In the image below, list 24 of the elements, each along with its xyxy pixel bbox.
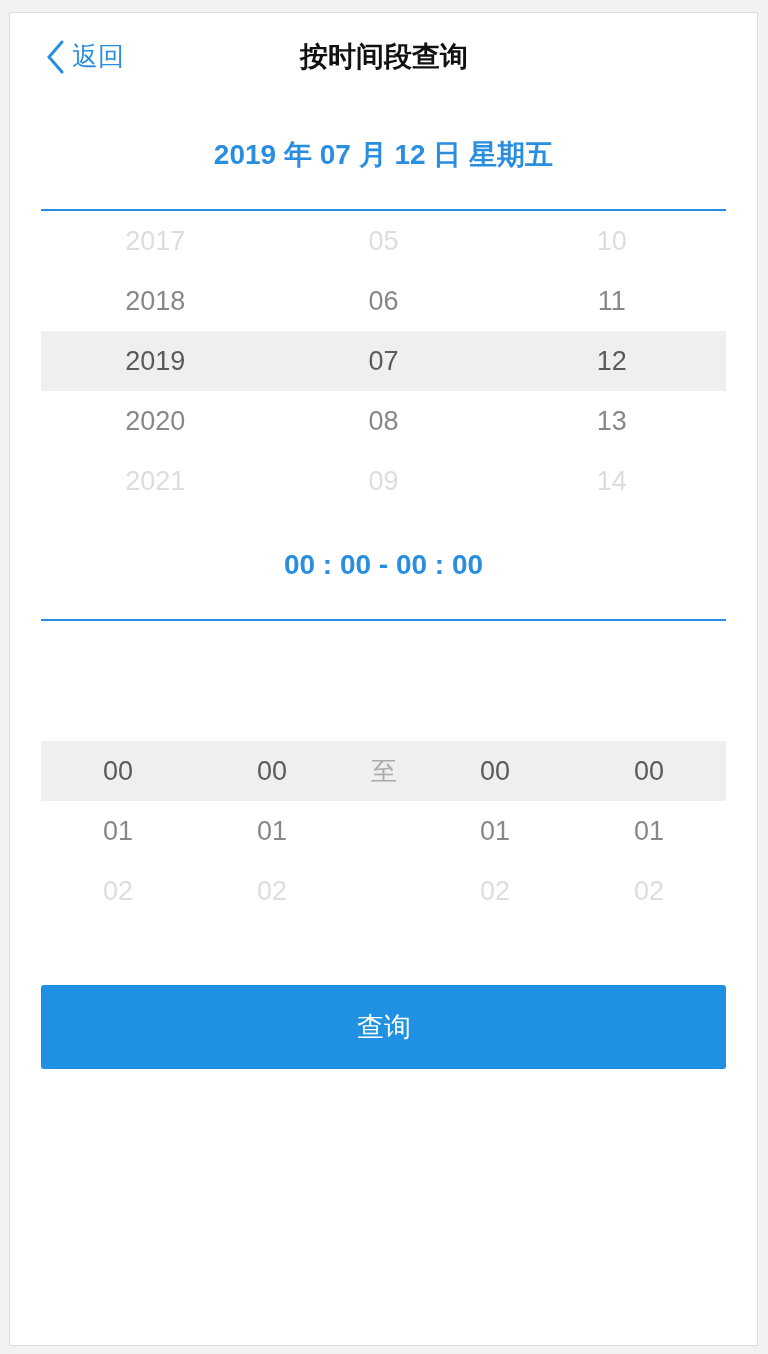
selected-date: 2019 年 07 月 12 日 星期五: [213, 138, 554, 172]
picker-option[interactable]: 2019: [125, 345, 186, 377]
picker-option[interactable]: 2018: [125, 285, 186, 317]
picker-option[interactable]: 06: [368, 285, 399, 317]
picker-option[interactable]: 01: [633, 815, 664, 847]
picker-option[interactable]: 00: [256, 755, 287, 787]
picker-option[interactable]: 07: [368, 345, 399, 377]
picker-option[interactable]: 00: [102, 755, 133, 787]
page-title: 按时间段查询: [299, 40, 468, 74]
back-link[interactable]: 返回: [46, 39, 124, 74]
picker-option[interactable]: 2020: [125, 405, 186, 437]
picker-option[interactable]: 13: [596, 405, 627, 437]
back-chevron-icon: [46, 39, 64, 74]
picker-option[interactable]: 11: [597, 285, 626, 317]
query-button[interactable]: 查询: [41, 985, 726, 1069]
range-separator: 至: [370, 754, 397, 788]
picker-option[interactable]: 12: [596, 345, 627, 377]
selected-time-range: 00 : 00 - 00 : 00: [283, 549, 484, 581]
picker-option[interactable]: 08: [368, 405, 399, 437]
picker-option[interactable]: 00: [479, 755, 510, 787]
picker-option[interactable]: 01: [256, 815, 287, 847]
picker-option[interactable]: 01: [479, 815, 510, 847]
picker-option[interactable]: 01: [102, 815, 133, 847]
picker-option[interactable]: 00: [633, 755, 664, 787]
